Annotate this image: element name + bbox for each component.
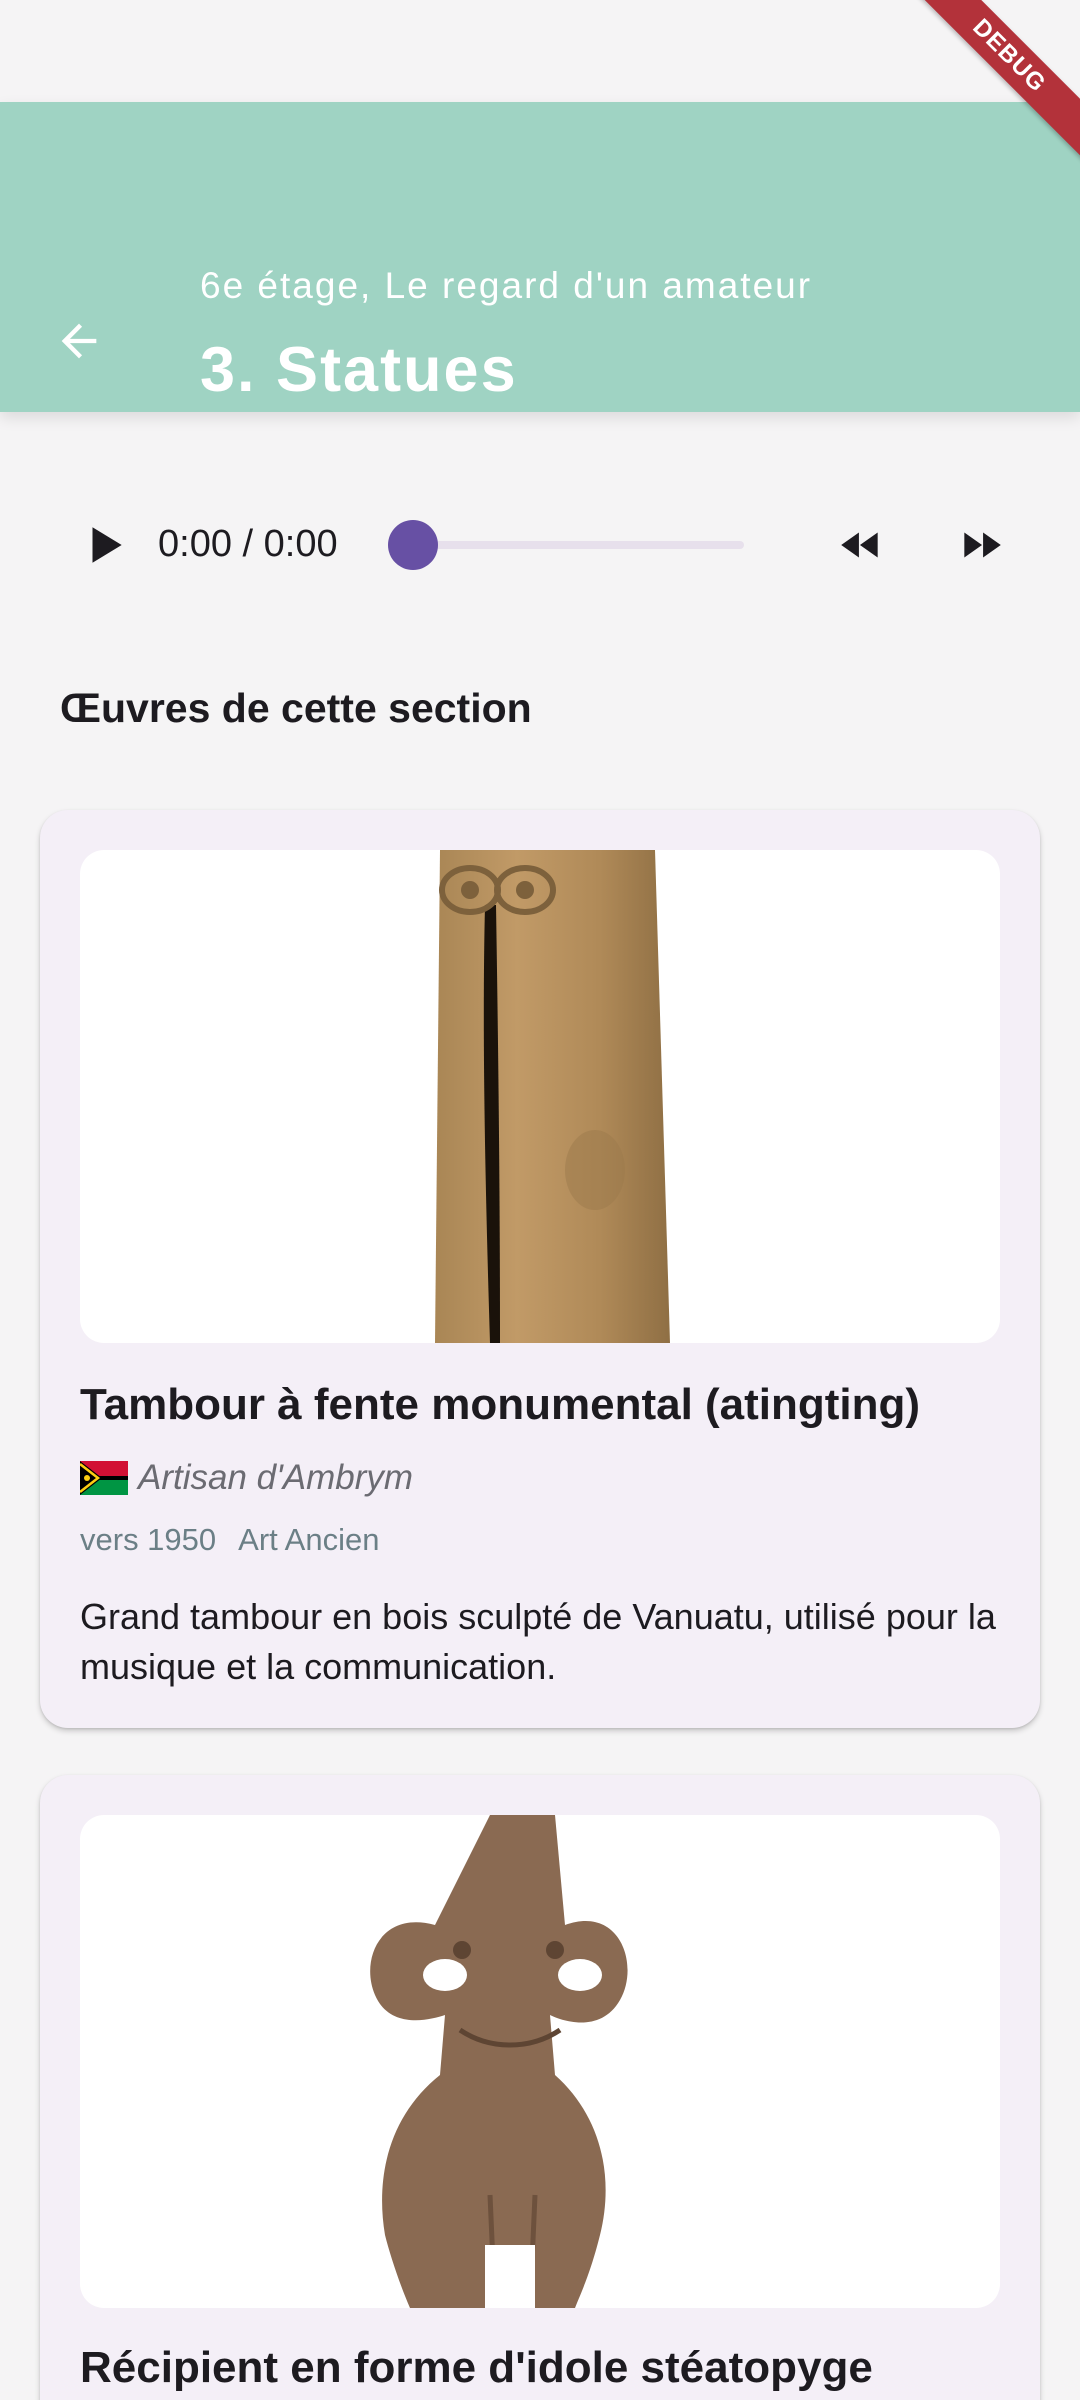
app-bar: 6e étage, Le regard d'un amateur 3. Stat…: [0, 102, 1080, 412]
artwork-image: [80, 1815, 1000, 2308]
artwork-card[interactable]: Récipient en forme d'idole stéatopyge: [40, 1775, 1040, 2400]
time-readout: 0:00 / 0:00: [158, 523, 338, 565]
screen: 6e étage, Le regard d'un amateur 3. Stat…: [0, 0, 1080, 2400]
arrow-back-icon: [61, 323, 97, 359]
artwork-title: Tambour à fente monumental (atingting): [80, 1380, 921, 1429]
play-button[interactable]: [80, 520, 130, 570]
fast-forward-button[interactable]: [956, 520, 1006, 570]
status-bar: [0, 0, 1080, 102]
vanuatu-flag-icon: [80, 1461, 128, 1495]
play-icon: [92, 527, 122, 563]
artwork-category: Art Ancien: [238, 1522, 380, 1557]
fast-forward-icon: [964, 532, 1001, 558]
page-title: 3. Statues: [200, 335, 518, 405]
progress-track[interactable]: [412, 541, 744, 549]
back-button[interactable]: [40, 302, 118, 380]
audio-player: 0:00 / 0:00: [0, 500, 1080, 590]
rewind-button[interactable]: [836, 520, 886, 570]
artwork-title: Récipient en forme d'idole stéatopyge: [80, 2343, 873, 2392]
artist-row: Artisan d'Ambrym: [80, 1458, 413, 1498]
artwork-meta: vers 1950 Art Ancien: [80, 1522, 401, 1558]
section-heading: Œuvres de cette section: [60, 685, 532, 731]
artwork-image: [80, 850, 1000, 1343]
progress-thumb[interactable]: [388, 520, 438, 570]
artwork-card[interactable]: Tambour à fente monumental (atingting) A…: [40, 810, 1040, 1728]
rewind-icon: [841, 532, 878, 558]
floor-subtitle: 6e étage, Le regard d'un amateur: [200, 265, 813, 306]
artist-name: Artisan d'Ambrym: [138, 1458, 414, 1497]
artwork-description: Grand tambour en bois sculpté de Vanuatu…: [80, 1596, 996, 1687]
artwork-date: vers 1950: [80, 1522, 217, 1557]
